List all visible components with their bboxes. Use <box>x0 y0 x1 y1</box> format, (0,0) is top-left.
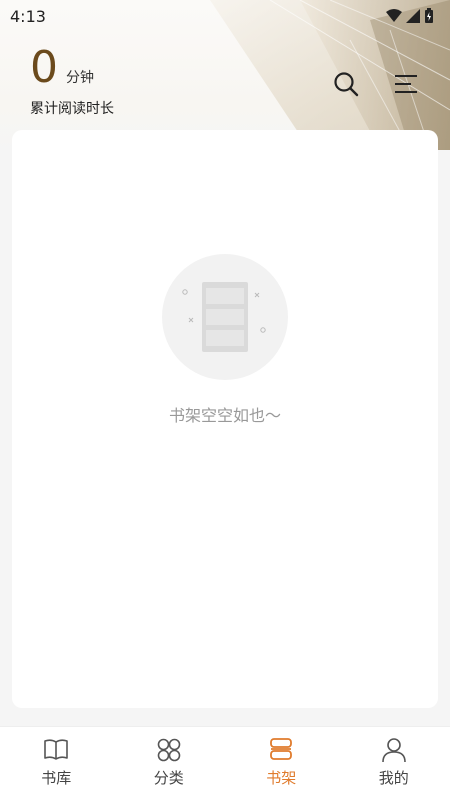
grid-circles-icon <box>157 738 181 762</box>
reading-time-value: 0 <box>30 42 58 93</box>
bookshelf-card: 书架空空如也～ <box>12 130 438 708</box>
search-icon <box>334 72 359 97</box>
tab-library[interactable]: 书库 <box>0 727 113 800</box>
signal-icon <box>406 9 420 23</box>
empty-state-text: 书架空空如也～ <box>168 406 281 425</box>
status-icons <box>386 8 434 24</box>
tab-label: 分类 <box>153 769 184 787</box>
book-open-icon <box>44 739 69 760</box>
bottom-tab-bar: 书库 分类 书架 我的 <box>0 726 450 800</box>
user-icon <box>381 738 406 763</box>
tab-profile[interactable]: 我的 <box>338 727 450 800</box>
tab-category[interactable]: 分类 <box>113 727 226 800</box>
bookshelf-icon <box>270 738 293 760</box>
battery-icon <box>425 8 433 23</box>
tab-label: 书库 <box>41 769 72 787</box>
menu-icon <box>395 75 417 93</box>
menu-button[interactable] <box>392 70 420 98</box>
empty-bookshelf-illustration <box>162 254 288 380</box>
status-bar: 4:13 <box>0 0 450 32</box>
empty-shelf-icon <box>182 282 266 352</box>
reading-time-summary: 0 分钟 累计阅读时长 <box>30 46 114 118</box>
tab-label: 书架 <box>266 769 297 787</box>
top-actions <box>332 70 420 98</box>
search-button[interactable] <box>332 70 360 98</box>
wifi-icon <box>386 9 402 22</box>
reading-time-label: 累计阅读时长 <box>30 101 114 117</box>
tab-bookshelf[interactable]: 书架 <box>225 727 338 800</box>
status-time: 4:13 <box>10 6 46 26</box>
tab-label: 我的 <box>378 769 409 787</box>
reading-time-unit: 分钟 <box>66 70 94 86</box>
